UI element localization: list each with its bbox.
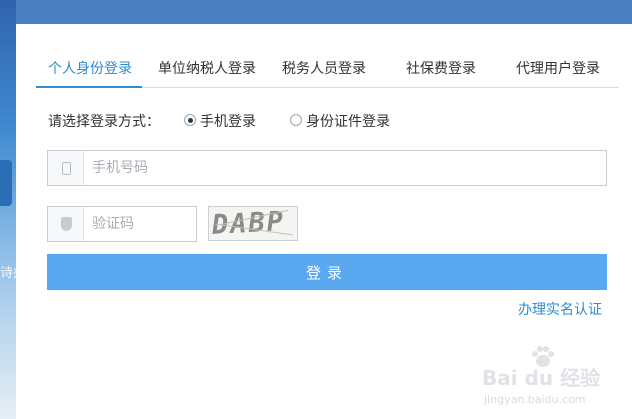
tab-personal-identity[interactable]: 个人身份登录 xyxy=(48,58,132,78)
radio-id-login-label[interactable]: 身份证件登录 xyxy=(306,111,390,131)
phone-field xyxy=(47,150,607,186)
tab-tax-staff[interactable]: 税务人员登录 xyxy=(282,58,366,78)
tab-social-security[interactable]: 社保费登录 xyxy=(406,58,476,78)
shield-icon xyxy=(61,217,72,231)
baidu-watermark: Bai du 经验 jingyan.baidu.com xyxy=(474,346,624,416)
tab-unit-taxpayer[interactable]: 单位纳税人登录 xyxy=(158,58,256,78)
watermark-url: jingyan.baidu.com xyxy=(484,393,586,406)
captcha-field xyxy=(47,206,197,242)
phone-input[interactable] xyxy=(84,151,604,185)
active-tab-indicator xyxy=(36,86,142,88)
phone-icon xyxy=(62,162,71,175)
radio-phone-login[interactable] xyxy=(184,114,196,126)
captcha-image[interactable]: DABP xyxy=(208,206,298,241)
radio-phone-login-label[interactable]: 手机登录 xyxy=(200,111,256,131)
radio-id-login[interactable] xyxy=(290,114,302,126)
captcha-input[interactable] xyxy=(84,207,196,241)
realname-auth-link[interactable]: 办理实名认证 xyxy=(518,299,602,319)
phone-icon-box xyxy=(48,151,84,185)
login-tabs: 个人身份登录 单位纳税人登录 税务人员登录 社保费登录 代理用户登录 xyxy=(36,50,619,88)
watermark-brand: Bai du 经验 xyxy=(482,366,601,390)
login-button[interactable]: 登录 xyxy=(47,254,607,290)
background-left-strip xyxy=(0,0,16,419)
login-method-label: 请选择登录方式： xyxy=(48,114,160,130)
captcha-icon-box xyxy=(48,207,84,241)
tab-agent-user[interactable]: 代理用户登录 xyxy=(516,58,600,78)
background-app-icon xyxy=(0,160,12,206)
